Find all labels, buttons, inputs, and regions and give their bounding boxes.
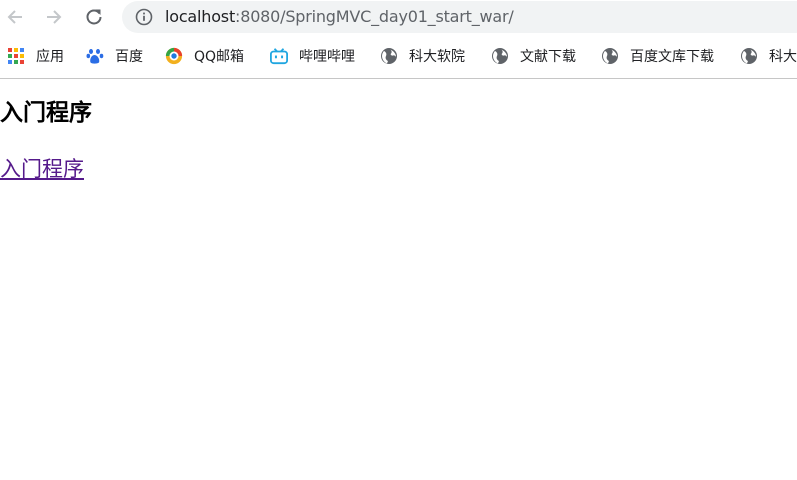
bookmark-label: 应用 [36, 49, 64, 65]
bookmark-wenxian-download[interactable]: 文献下载 [491, 45, 576, 67]
apps-grid-icon [7, 47, 25, 65]
bookmark-qq-mail[interactable]: QQ邮箱 [165, 45, 244, 67]
qq-mail-icon [165, 47, 183, 65]
address-bar[interactable]: localhost:8080/SpringMVC_day01_start_war… [122, 1, 797, 33]
bookmark-keda-ruanyuan[interactable]: 科大软院 [380, 45, 465, 67]
reload-button[interactable] [81, 4, 107, 30]
bookmark-bilibili[interactable]: 哔哩哔哩 [270, 45, 355, 67]
bookmarks-bar: 应用 百度 QQ邮箱 哔哩哔哩 科大软院 文献下载 百度文库下载 科大 [0, 34, 797, 79]
url-host: localhost [165, 7, 236, 26]
bookmark-label: 哔哩哔哩 [299, 49, 355, 65]
bookmark-label: QQ邮箱 [194, 49, 245, 65]
globe-icon [740, 47, 758, 65]
page-content: 入门程序 入门程序 [0, 79, 797, 480]
url-text[interactable]: localhost:8080/SpringMVC_day01_start_war… [165, 1, 514, 33]
forward-button[interactable] [41, 4, 67, 30]
bookmark-label: 文献下载 [520, 49, 576, 65]
bookmark-keda[interactable]: 科大 [740, 45, 797, 67]
site-info-icon[interactable] [135, 8, 153, 26]
bookmark-baidu[interactable]: 百度 [86, 45, 143, 67]
bilibili-tv-icon [270, 47, 288, 65]
page-heading: 入门程序 [0, 100, 92, 126]
bookmark-label: 科大软院 [409, 49, 465, 65]
back-button[interactable] [2, 4, 28, 30]
globe-icon [380, 47, 398, 65]
globe-icon [601, 47, 619, 65]
bookmark-baidu-wenku-download[interactable]: 百度文库下载 [601, 45, 714, 67]
reload-icon [86, 9, 102, 25]
bookmark-label: 百度 [115, 49, 143, 65]
browser-toolbar: localhost:8080/SpringMVC_day01_start_war… [0, 0, 797, 34]
bookmark-label: 科大 [769, 49, 797, 65]
intro-program-link[interactable]: 入门程序 [0, 153, 84, 183]
globe-icon [491, 47, 509, 65]
bookmark-label: 百度文库下载 [630, 49, 714, 65]
baidu-paw-icon [86, 47, 104, 65]
url-path: :8080/SpringMVC_day01_start_war/ [235, 7, 514, 26]
forward-arrow-icon [47, 10, 62, 24]
back-arrow-icon [7, 10, 22, 24]
bookmark-apps[interactable]: 应用 [7, 45, 64, 67]
